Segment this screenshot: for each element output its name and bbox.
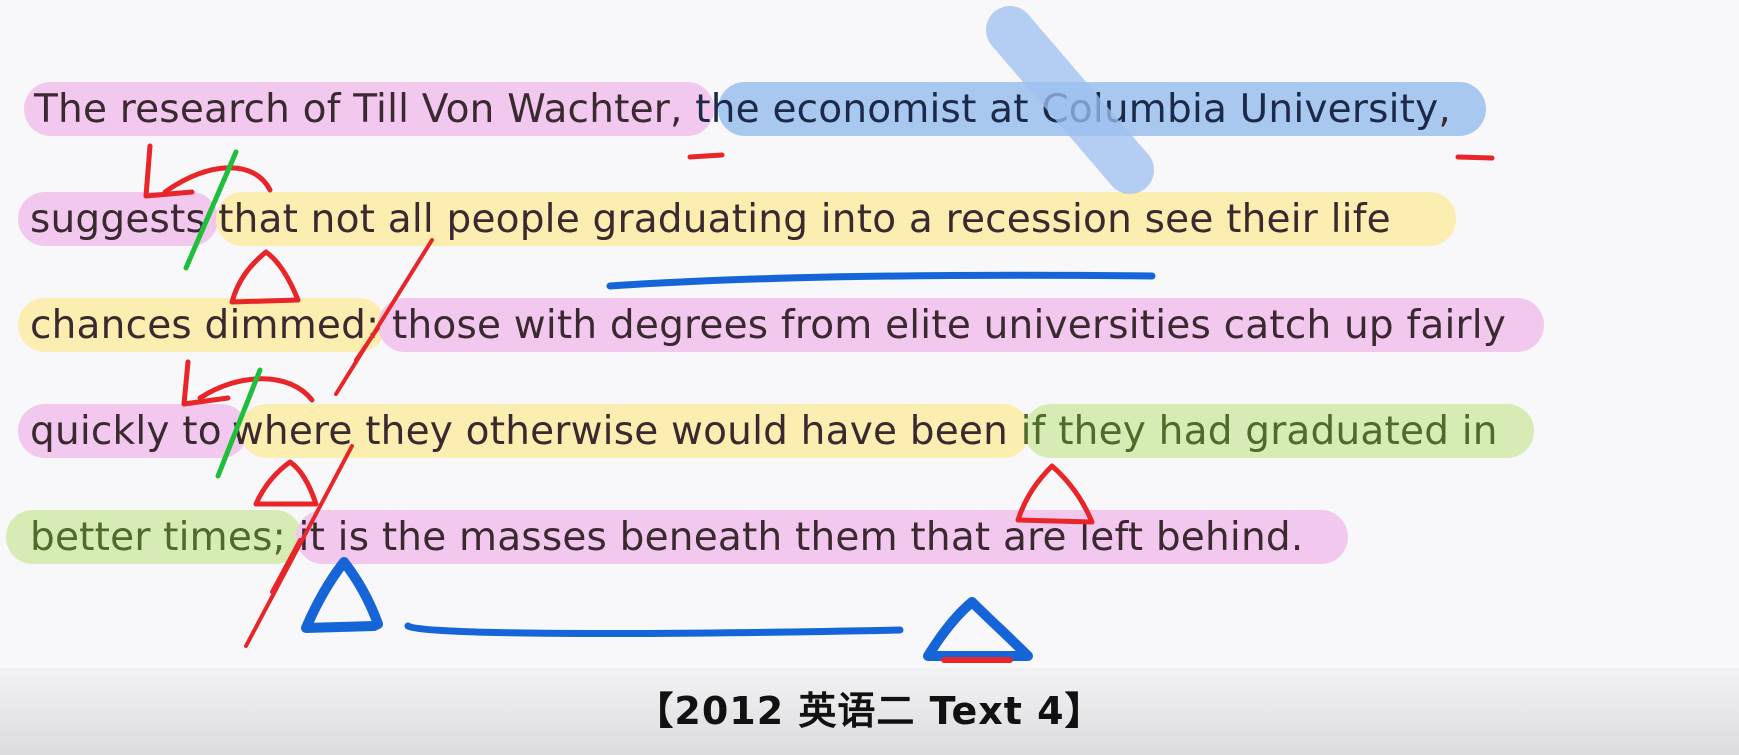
source-citation: 【2012 英语二 Text 4】 <box>635 689 1104 733</box>
blue-triangle-it <box>301 557 383 633</box>
red-triangle-where <box>253 459 319 507</box>
red-slash-semicolon <box>270 538 302 594</box>
annotated-passage-board: The research of Till Von Wachter, the ec… <box>0 0 1739 755</box>
annotation-marks <box>143 6 1495 663</box>
blue-triangle-that <box>923 597 1033 661</box>
blue-strikethrough-mark <box>986 6 1154 194</box>
curved-arrow-1 <box>162 165 273 195</box>
red-slash-1 <box>334 238 434 396</box>
red-slash-colon <box>354 326 380 362</box>
comma-mark-1 <box>687 152 725 160</box>
red-triangle-that <box>229 249 301 305</box>
red-triangle-if <box>1015 463 1095 525</box>
blue-underline-masses <box>404 622 904 637</box>
arrow-head-2 <box>181 359 231 407</box>
blue-underline-graduating <box>606 271 1156 290</box>
comma-mark-2 <box>1455 154 1495 161</box>
